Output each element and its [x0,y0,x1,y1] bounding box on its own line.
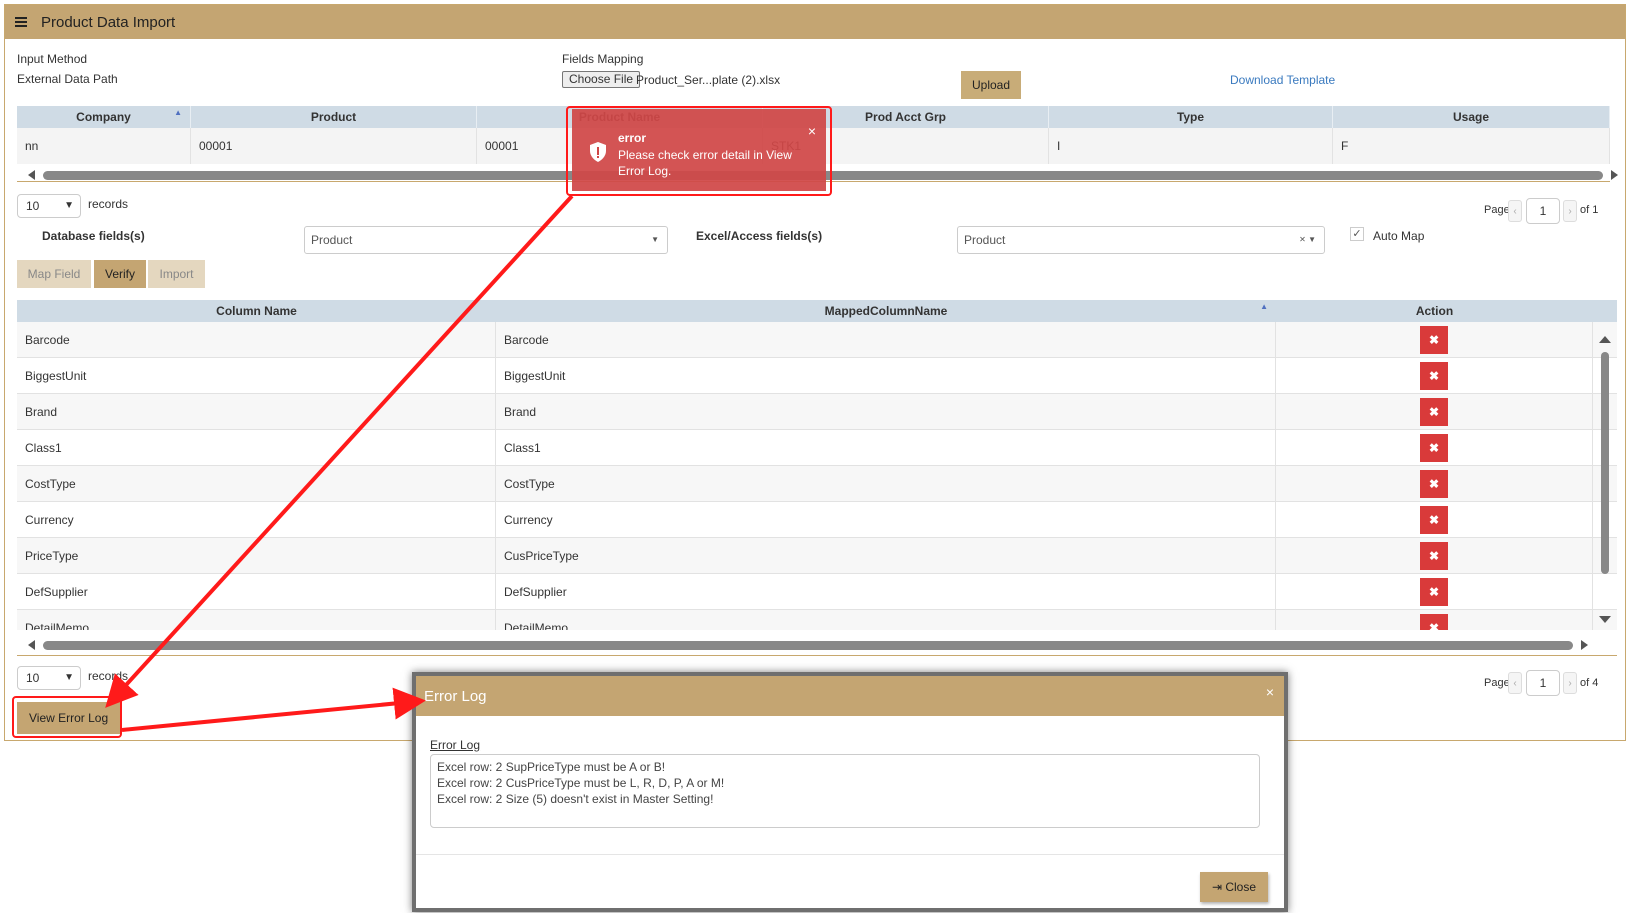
annotation-arrows [105,194,574,732]
arrow-button-to-modal [121,687,426,732]
arrow-toast-to-button [105,194,574,708]
